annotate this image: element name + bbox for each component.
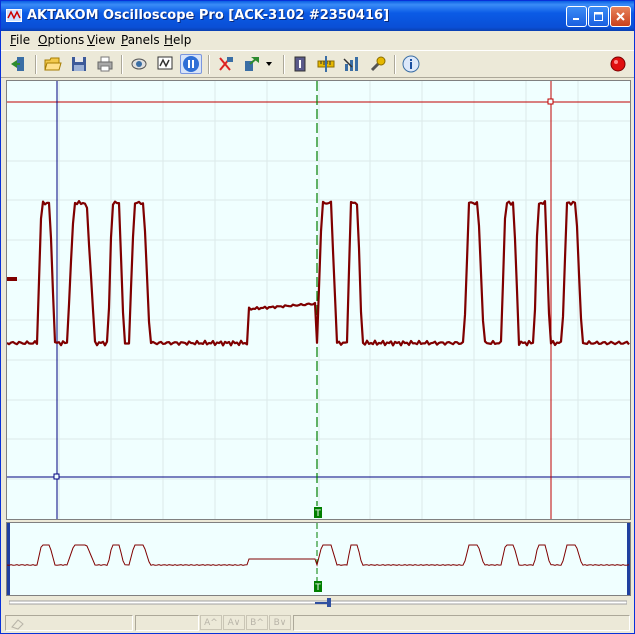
export-icon bbox=[245, 57, 259, 71]
waveform-display[interactable]: T bbox=[6, 80, 631, 520]
app-window: AKTAKOM Oscilloscope Pro [ACK-3102 #2350… bbox=[0, 0, 635, 634]
app-oscilloscope-icon bbox=[6, 8, 22, 24]
probe-icon bbox=[370, 56, 386, 72]
toolbar-separator bbox=[121, 55, 123, 74]
status-pane-3 bbox=[293, 615, 630, 631]
waveform-trace bbox=[7, 200, 630, 347]
close-icon bbox=[616, 12, 625, 21]
info-panel-button[interactable] bbox=[289, 54, 311, 74]
record-icon bbox=[610, 56, 626, 72]
print-icon bbox=[97, 56, 113, 72]
cut-button[interactable] bbox=[215, 54, 237, 74]
cursor-handle-blue[interactable] bbox=[53, 473, 60, 480]
window-title: AKTAKOM Oscilloscope Pro [ACK-3102 #2350… bbox=[27, 8, 390, 23]
probe-button[interactable] bbox=[367, 54, 389, 74]
menu-options[interactable]: Options bbox=[38, 33, 84, 47]
info-panel-icon bbox=[294, 56, 306, 72]
single-shot-icon bbox=[131, 58, 147, 70]
minimize-button[interactable] bbox=[566, 6, 587, 27]
waveform-svg[interactable]: T bbox=[7, 81, 630, 519]
menu-panels[interactable]: Panels bbox=[121, 33, 160, 47]
toolbar-separator bbox=[35, 55, 37, 74]
ruler-icon bbox=[317, 56, 335, 72]
maximize-icon bbox=[594, 12, 603, 21]
eraser-icon bbox=[11, 619, 24, 630]
exit-button[interactable] bbox=[7, 54, 29, 74]
record-button[interactable] bbox=[607, 54, 629, 74]
export-dropdown[interactable] bbox=[263, 54, 275, 74]
toolbar-separator bbox=[283, 55, 285, 74]
save-icon bbox=[72, 57, 86, 71]
channel-level-marker[interactable] bbox=[7, 277, 17, 281]
cursor-b-up-button[interactable]: B^ bbox=[246, 615, 268, 630]
close-button[interactable] bbox=[610, 6, 631, 27]
overview-display[interactable]: T bbox=[6, 522, 631, 596]
menu-view[interactable]: View bbox=[87, 33, 115, 47]
slider-thumb[interactable] bbox=[327, 598, 331, 607]
pause-button[interactable] bbox=[180, 54, 202, 74]
overview-svg[interactable]: T bbox=[7, 523, 630, 595]
overview-left-edge bbox=[7, 523, 10, 595]
measure-button[interactable] bbox=[341, 54, 363, 74]
single-shot-button[interactable] bbox=[128, 54, 150, 74]
toolbar bbox=[1, 50, 634, 78]
status-pane-2 bbox=[135, 615, 199, 631]
maximize-button[interactable] bbox=[588, 6, 609, 27]
export-button[interactable] bbox=[241, 54, 263, 74]
cursor-b-down-button[interactable]: B∨ bbox=[269, 615, 291, 630]
ruler-button[interactable] bbox=[315, 54, 337, 74]
trigger-marker-label: T bbox=[314, 509, 321, 519]
toolbar-separator bbox=[208, 55, 210, 74]
cursor-a-down-button[interactable]: A∨ bbox=[223, 615, 245, 630]
print-button[interactable] bbox=[94, 54, 116, 74]
overview-trace bbox=[7, 544, 630, 567]
toolbar-separator bbox=[394, 55, 396, 74]
pause-icon bbox=[183, 56, 199, 72]
measure-icon bbox=[343, 57, 358, 71]
overview-trigger-label: T bbox=[314, 583, 321, 593]
menu-help[interactable]: Help bbox=[164, 33, 191, 47]
status-bar: A^ A∨ B^ B∨ bbox=[1, 612, 634, 633]
about-button[interactable] bbox=[400, 54, 422, 74]
monitor-icon bbox=[157, 56, 173, 70]
chevron-down-icon bbox=[266, 62, 272, 66]
cut-icon bbox=[219, 57, 233, 71]
monitor-button[interactable] bbox=[154, 54, 176, 74]
horizontal-position-slider[interactable] bbox=[9, 598, 627, 608]
exit-icon bbox=[11, 57, 24, 71]
save-button[interactable] bbox=[68, 54, 90, 74]
minimize-icon bbox=[573, 18, 579, 20]
title-bar[interactable]: AKTAKOM Oscilloscope Pro [ACK-3102 #2350… bbox=[1, 1, 634, 31]
about-icon bbox=[402, 55, 420, 73]
menu-bar: File Options View Panels Help bbox=[1, 31, 634, 50]
open-button[interactable] bbox=[42, 54, 64, 74]
cursor-a-up-button[interactable]: A^ bbox=[200, 615, 222, 630]
cursor-handle-red[interactable] bbox=[547, 98, 554, 105]
menu-file[interactable]: File bbox=[10, 33, 30, 47]
status-pane-main bbox=[5, 615, 133, 631]
open-folder-icon bbox=[44, 57, 62, 71]
overview-right-edge bbox=[627, 523, 630, 595]
